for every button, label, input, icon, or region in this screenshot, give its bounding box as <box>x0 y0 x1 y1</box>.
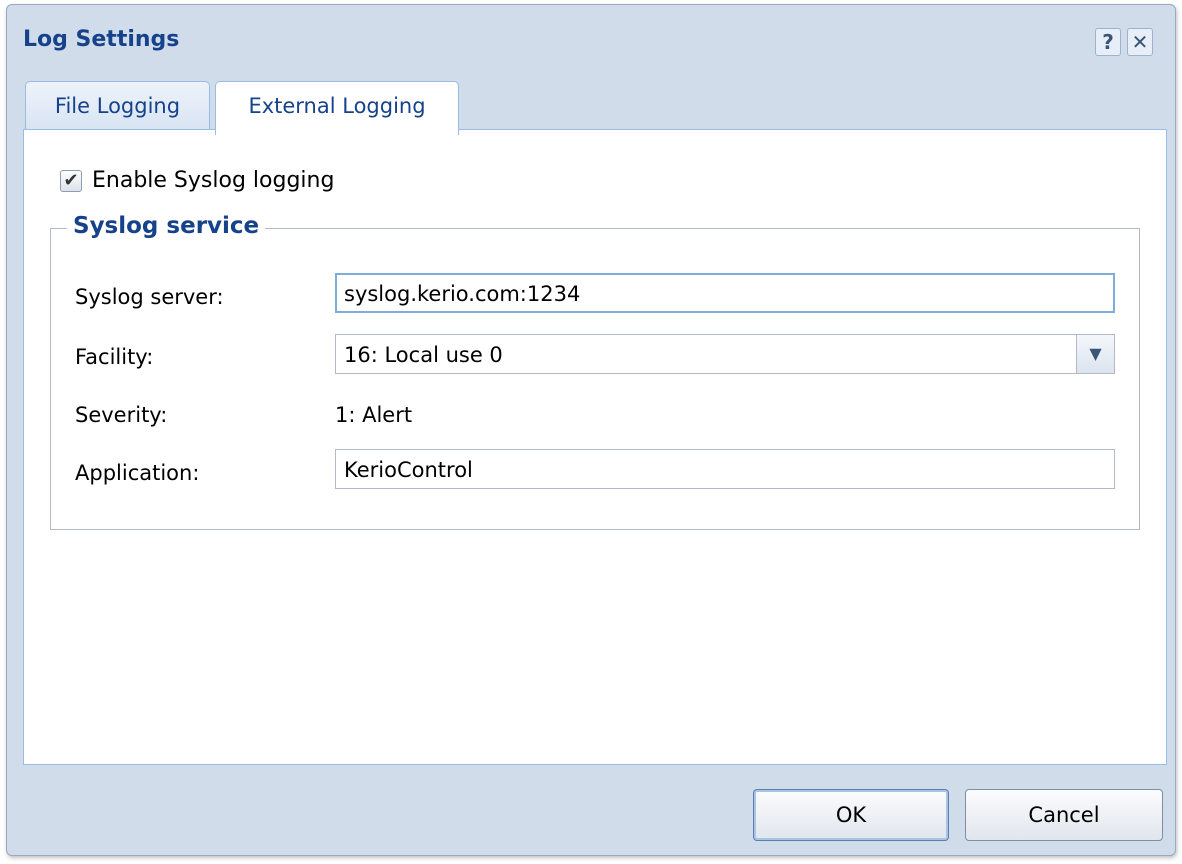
cancel-button[interactable]: Cancel <box>965 789 1163 841</box>
checkmark-icon: ✔ <box>63 169 79 191</box>
enable-syslog-checkbox[interactable]: ✔ <box>60 169 82 192</box>
help-icon: ? <box>1102 30 1114 54</box>
ok-button[interactable]: OK <box>753 789 949 841</box>
tab-label: File Logging <box>54 94 181 118</box>
severity-label: Severity: <box>75 403 168 427</box>
dialog-title: Log Settings <box>23 27 180 52</box>
facility-dropdown-trigger[interactable]: ▼ <box>1076 335 1114 373</box>
close-icon: ✕ <box>1131 30 1149 54</box>
tab-label: External Logging <box>248 94 426 118</box>
tab-panel: ✔ Enable Syslog logging Syslog service S… <box>23 129 1167 765</box>
log-settings-dialog: Log Settings ? ✕ File Logging External L… <box>6 4 1176 856</box>
syslog-server-label: Syslog server: <box>75 285 224 309</box>
close-button[interactable]: ✕ <box>1127 28 1153 56</box>
enable-syslog-label[interactable]: Enable Syslog logging <box>92 168 334 193</box>
facility-select[interactable]: 16: Local use 0 ▼ <box>335 334 1115 374</box>
facility-value: 16: Local use 0 <box>344 343 503 367</box>
tab-file-logging[interactable]: File Logging <box>25 81 210 134</box>
chevron-down-icon: ▼ <box>1089 344 1102 363</box>
help-button[interactable]: ? <box>1095 28 1121 56</box>
tab-external-logging[interactable]: External Logging <box>215 81 459 135</box>
severity-value: 1: Alert <box>335 403 413 427</box>
facility-label: Facility: <box>75 345 154 369</box>
application-label: Application: <box>75 461 200 485</box>
syslog-server-input[interactable]: syslog.kerio.com:1234 <box>335 273 1115 313</box>
syslog-service-legend: Syslog service <box>67 213 266 239</box>
application-input[interactable]: KerioControl <box>335 449 1115 489</box>
enable-syslog-row: ✔ Enable Syslog logging <box>60 168 334 193</box>
syslog-service-fieldset: Syslog service Syslog server: syslog.ker… <box>50 213 1140 530</box>
